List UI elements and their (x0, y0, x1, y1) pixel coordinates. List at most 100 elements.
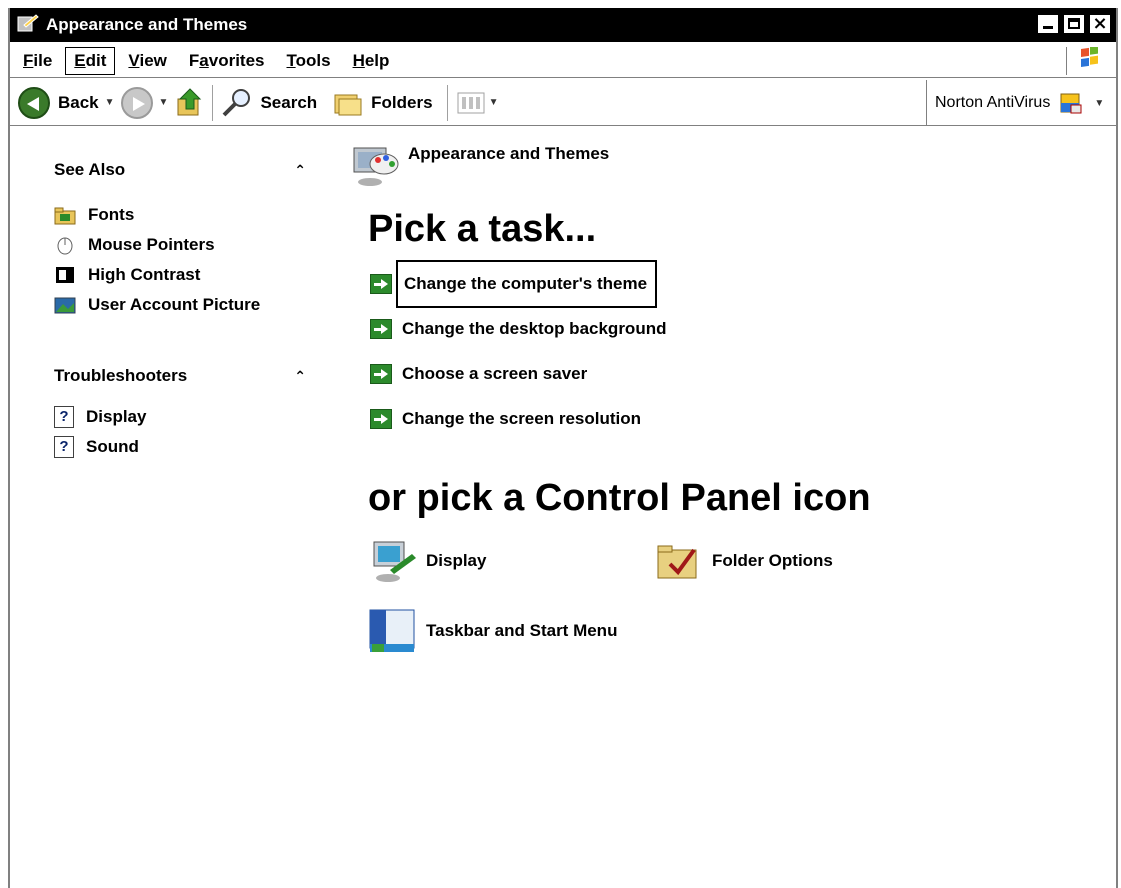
task-screen-saver[interactable]: Choose a screen saver (370, 351, 1110, 396)
menu-edit-label: dit (85, 50, 107, 70)
norton-label: Norton AntiVirus (935, 94, 1051, 111)
search-button[interactable]: Search (220, 87, 317, 119)
menu-favorites-accel: a (199, 50, 209, 70)
forward-arrow-icon (120, 86, 153, 119)
troubleshooters-header[interactable]: Troubleshooters ⌃ (54, 364, 314, 388)
troubleshooters-title: Troubleshooters (54, 366, 188, 385)
see-also-header[interactable]: See Also ⌃ (54, 158, 314, 182)
help-question-icon: ? (54, 406, 74, 428)
sidebar-item-high-contrast[interactable]: High Contrast (54, 260, 314, 290)
menu-tools[interactable]: Tools (277, 47, 339, 75)
cp-label: Taskbar and Start Menu (426, 621, 618, 640)
sidebar-item-sound-troubleshooter[interactable]: ? Sound (54, 432, 314, 462)
task-arrow-icon (370, 363, 392, 384)
close-button[interactable]: × (1088, 13, 1112, 35)
pick-task-heading: Pick a task... (368, 208, 597, 250)
sidebar-item-label: Fonts (88, 205, 135, 224)
menu-view-accel: V (128, 50, 140, 70)
task-change-background[interactable]: Change the desktop background (370, 306, 1110, 351)
appearance-themes-icon (353, 147, 399, 186)
cp-display[interactable]: Display (368, 534, 654, 588)
menu-help[interactable]: Help (344, 47, 399, 75)
task-screen-resolution[interactable]: Change the screen resolution (370, 396, 1110, 441)
back-dropdown-icon[interactable]: ▼ (105, 97, 115, 108)
folders-label: Folders (371, 92, 433, 112)
windows-logo-icon (1066, 45, 1108, 75)
back-button[interactable]: Back ▼ (18, 86, 121, 119)
norton-dropdown-icon[interactable]: ▼ (1094, 98, 1104, 109)
sidebar-item-fonts[interactable]: Fonts (54, 200, 314, 230)
menu-view-label: iew (139, 50, 167, 70)
views-icon (457, 92, 485, 113)
menu-favorites-label: vorites (208, 50, 265, 70)
task-label: Change the screen resolution (402, 408, 641, 428)
menu-help-accel: H (352, 50, 365, 70)
sidebar-item-label: High Contrast (88, 265, 201, 284)
control-panel-icons: Display Folder Options Taskbar and Start… (368, 534, 1110, 658)
back-arrow-icon (18, 86, 50, 119)
cp-taskbar-start-menu[interactable]: Taskbar and Start Menu (368, 604, 654, 658)
menu-tools-accel: T (286, 50, 296, 70)
sidebar-item-display-troubleshooter[interactable]: ? Display (54, 402, 314, 432)
norton-icon[interactable] (1058, 91, 1084, 115)
standard-toolbar: Back ▼ ▼ Search Folders ▼ Norton AntiVir… (10, 80, 1116, 126)
see-also-title: See Also (54, 160, 126, 179)
category-title: Appearance and Themes (408, 144, 610, 163)
cp-label: Folder Options (712, 551, 833, 570)
cp-label: Display (426, 551, 487, 570)
pick-icon-heading: or pick a Control Panel icon (368, 477, 871, 519)
sidebar-item-label: Mouse Pointers (88, 235, 215, 254)
menu-file-label: ile (33, 50, 53, 70)
task-arrow-icon (370, 408, 392, 429)
collapse-chevron-icon[interactable]: ⌃ (294, 368, 306, 385)
sidebar-item-user-account-picture[interactable]: User Account Picture (54, 290, 314, 320)
task-label: Change the computer's theme (396, 259, 658, 308)
norton-antivirus-toolbar[interactable]: Norton AntiVirus ▼ (926, 80, 1116, 126)
explorer-window: Appearance and Themes × File Edit View F… (8, 8, 1118, 888)
views-button[interactable]: ▼ (455, 89, 505, 117)
high-contrast-icon (56, 267, 74, 283)
title-bar[interactable]: Appearance and Themes × (10, 8, 1116, 42)
task-arrow-icon (370, 318, 392, 339)
category-header: Appearance and Themes (350, 138, 1110, 190)
search-label: Search (260, 92, 318, 112)
folder-options-icon (657, 545, 697, 579)
collapse-chevron-icon[interactable]: ⌃ (294, 162, 306, 179)
display-icon (373, 541, 416, 582)
cp-folder-options[interactable]: Folder Options (654, 534, 954, 588)
task-pane: See Also ⌃ Fonts Mouse Pointers High Con… (54, 158, 314, 462)
up-folder-button[interactable] (174, 87, 206, 119)
sidebar-item-mouse-pointers[interactable]: Mouse Pointers (54, 230, 314, 260)
control-panel-icon[interactable] (16, 13, 40, 37)
menu-tools-label: ools (295, 50, 331, 70)
menu-favorites[interactable]: Favorites (180, 47, 274, 75)
task-change-theme[interactable]: Change the computer's theme (370, 259, 1110, 308)
toolbar-separator (212, 84, 215, 121)
task-label: Change the desktop background (402, 318, 667, 338)
menu-edit[interactable]: Edit (65, 46, 116, 75)
help-question-icon: ? (54, 436, 74, 458)
menu-help-label: elp (364, 50, 390, 70)
close-icon: × (1092, 13, 1108, 34)
menu-bar: File Edit View Favorites Tools Help (10, 44, 1116, 78)
toolbar-separator (446, 84, 449, 121)
up-folder-icon (177, 87, 202, 115)
user-picture-icon (54, 297, 76, 314)
task-list: Change the computer's theme Change the d… (370, 259, 1110, 441)
task-arrow-icon (370, 273, 392, 294)
sidebar-item-label: User Account Picture (88, 295, 261, 314)
taskbar-icon (369, 609, 415, 652)
sidebar-item-label: Sound (86, 437, 139, 456)
fonts-folder-icon (54, 207, 76, 225)
views-dropdown-icon[interactable]: ▼ (489, 97, 499, 108)
menu-edit-accel: E (74, 50, 86, 70)
window-title: Appearance and Themes (46, 15, 248, 34)
main-content: Appearance and Themes Pick a task... Cha… (350, 138, 1110, 658)
menu-view[interactable]: View (119, 47, 175, 75)
forward-dropdown-icon[interactable]: ▼ (159, 97, 169, 108)
forward-button[interactable]: ▼ (120, 86, 175, 119)
minimize-button[interactable] (1036, 13, 1060, 35)
menu-file[interactable]: File (14, 47, 61, 75)
folders-button[interactable]: Folders (331, 87, 433, 119)
maximize-button[interactable] (1062, 13, 1086, 35)
